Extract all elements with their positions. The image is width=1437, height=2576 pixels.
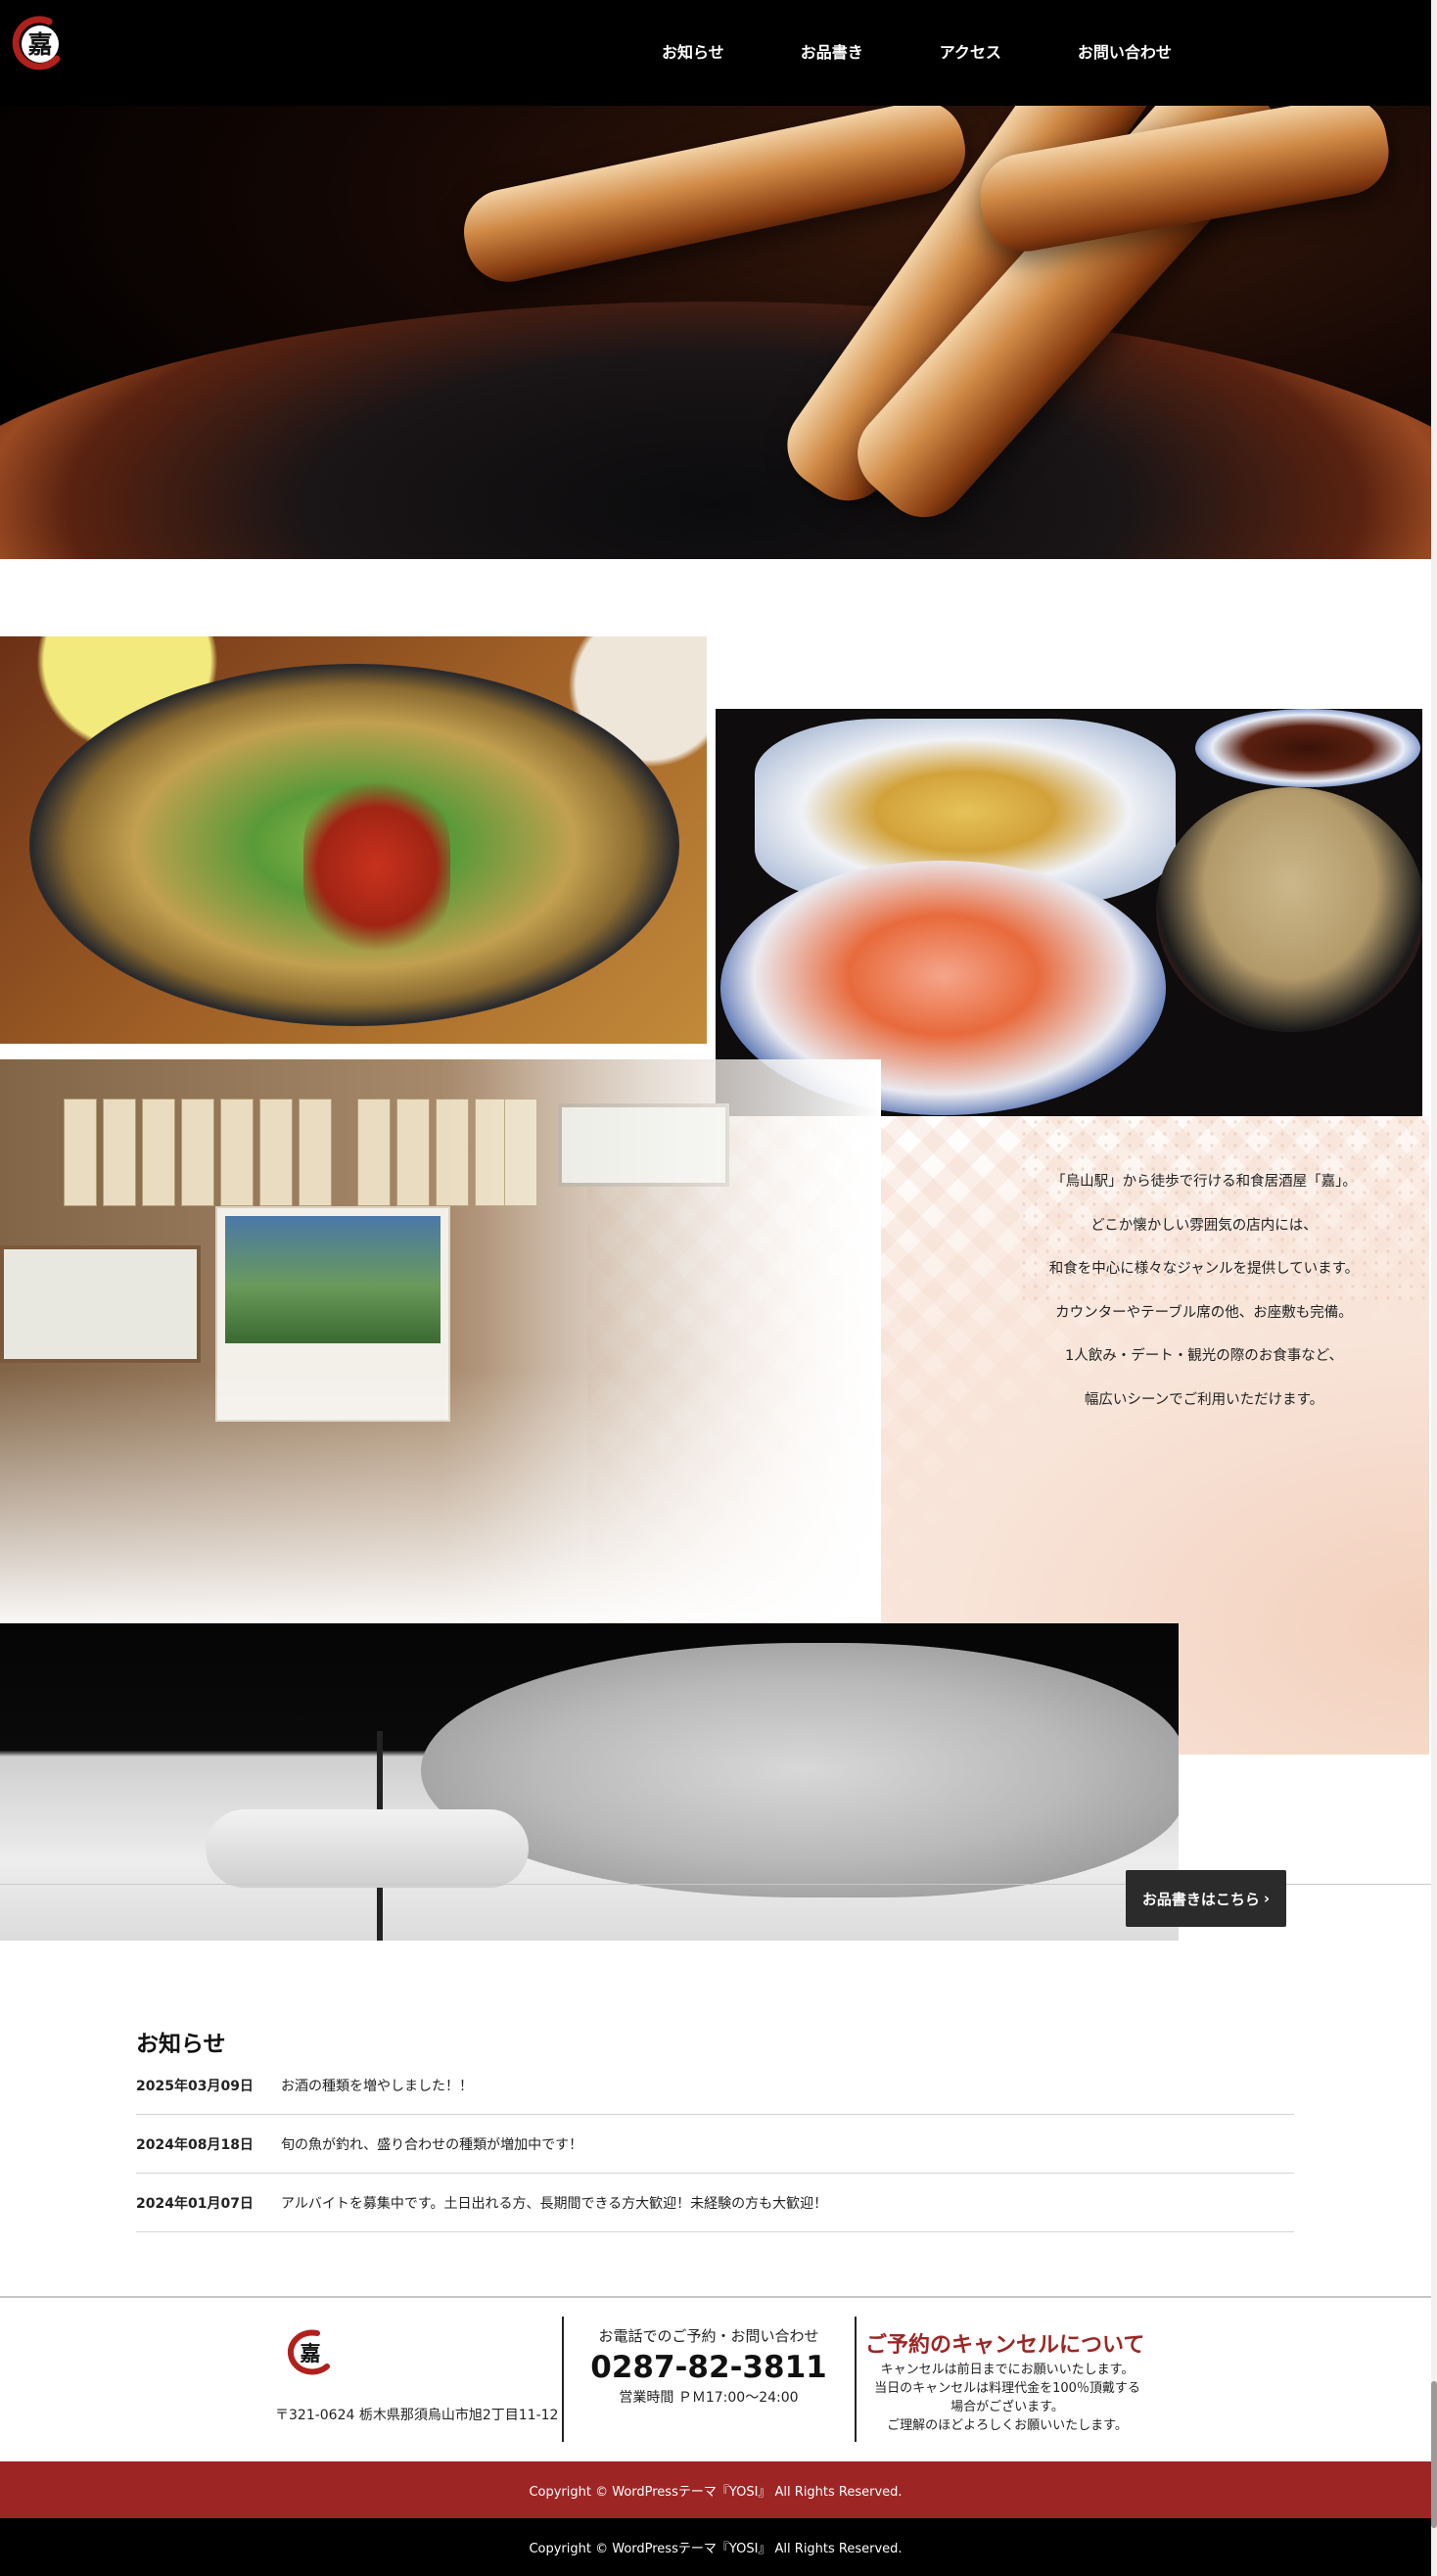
news-list: 2025年03月09日 お酒の種類を増やしました！！ 2024年08月18日 旬… xyxy=(136,2056,1294,2232)
hero-yakitori-image xyxy=(0,106,1431,559)
cancel-line: 場合がございます。 xyxy=(950,2400,1064,2414)
main-nav: お知らせ お品書き アクセス お問い合わせ xyxy=(662,39,1248,63)
cancel-line: 当日のキャンセルは料理代金を100％頂戴する xyxy=(874,2381,1140,2396)
intro-line: 1人飲み・デート・観光の際のお食事など、 xyxy=(1065,1348,1343,1364)
news-item[interactable]: 2024年08月18日 旬の魚が釣れ、盛り合わせの種類が増加中です！ xyxy=(136,2115,1294,2174)
menu-link-label: お品書きはこちら xyxy=(1141,1890,1260,1908)
intro-line: 「烏山駅」から徒歩で行ける和食居酒屋「嘉」。 xyxy=(1051,1174,1357,1190)
cancel-title: ご予約のキャンセルについて xyxy=(865,2333,1145,2358)
footer-logo[interactable]: 嘉 xyxy=(282,2327,337,2376)
news-heading: お知らせ xyxy=(136,2032,226,2057)
nav-contact[interactable]: お問い合わせ xyxy=(1078,39,1172,63)
kaisendon-photo xyxy=(716,709,1422,1116)
footer-contact: お電話でのご予約・お問い合わせ 0287-82-3811 営業時間 ＰＭ17:0… xyxy=(564,2325,854,2407)
intro-line: カウンターやテーブル席の他、お座敷も完備。 xyxy=(1055,1304,1353,1321)
hero-skewer xyxy=(455,106,974,291)
scrollbar-thumb[interactable] xyxy=(1431,2381,1437,2528)
site-logo[interactable]: 嘉 xyxy=(10,14,67,70)
cancellation-policy: ご予約のキャンセルについて キャンセルは前日までにお願いいたします。 当日のキャ… xyxy=(865,2327,1149,2435)
logo-char: 嘉 xyxy=(301,2341,321,2365)
logo-char: 嘉 xyxy=(27,30,52,59)
intro-line: 和食を中心に様々なジャンルを提供しています。 xyxy=(1048,1261,1360,1277)
intro-line: どこか懐かしい雰囲気の店内には、 xyxy=(1090,1217,1318,1234)
chevron-right-icon: › xyxy=(1263,1890,1271,1907)
copyright-bar-black: Copyright © WordPressテーマ『YOSI』 All Right… xyxy=(0,2518,1431,2576)
news-date: 2024年01月07日 xyxy=(136,2195,254,2212)
news-text[interactable]: お酒の種類を増やしました！！ xyxy=(281,2076,473,2095)
scrollbar-track[interactable] xyxy=(1431,0,1437,2576)
chef-cutting-photo xyxy=(0,1623,1179,1941)
contact-label: お電話でのご予約・お問い合わせ xyxy=(598,2327,819,2345)
footer-column-divider xyxy=(855,2317,857,2442)
intro-line: 幅広いシーンでご利用いただけます。 xyxy=(1084,1391,1324,1408)
logo-mark-icon: 嘉 xyxy=(12,16,61,70)
cancel-text: キャンセルは前日までにお願いいたします。 当日のキャンセルは料理代金を100％頂… xyxy=(865,2361,1149,2435)
fish-fillet xyxy=(206,1809,529,1888)
footer-divider xyxy=(0,2296,1431,2298)
cancel-line: キャンセルは前日までにお願いいたします。 xyxy=(880,2363,1135,2377)
hero-pot xyxy=(0,302,1431,559)
nav-menu[interactable]: お品書き xyxy=(801,39,863,63)
footer-address: 〒321-0624 栃木県那須烏山市旭2丁目11-12 xyxy=(275,2408,559,2423)
site-header: 嘉 お知らせ お品書き アクセス お問い合わせ xyxy=(0,0,1437,106)
news-date: 2024年08月18日 xyxy=(136,2136,254,2153)
copyright-text: Copyright © WordPressテーマ『YOSI』 All Right… xyxy=(529,2484,903,2500)
interior-photo xyxy=(0,1059,881,1622)
news-text[interactable]: 旬の魚が釣れ、盛り合わせの種類が増加中です！ xyxy=(281,2134,582,2154)
news-date: 2025年03月09日 xyxy=(136,2078,254,2094)
news-text[interactable]: アルバイトを募集中です。土日出れる方、長期間できる方大歓迎！未経験の方も大歓迎！ xyxy=(281,2193,827,2213)
business-hours: 営業時間 ＰＭ17:00〜24:00 xyxy=(619,2390,799,2406)
copyright-bar-red: Copyright © WordPressテーマ『YOSI』 All Right… xyxy=(0,2461,1431,2518)
soy-sauce-dish xyxy=(1195,709,1420,787)
chef-hand xyxy=(421,1643,1179,1897)
nabe-chili xyxy=(303,773,450,960)
nav-news[interactable]: お知らせ xyxy=(662,39,724,63)
news-item[interactable]: 2025年03月09日 お酒の種類を増やしました！！ xyxy=(136,2056,1294,2115)
cancel-line: ご理解のほどよろしくお願いいたします。 xyxy=(887,2418,1128,2433)
nav-access[interactable]: アクセス xyxy=(940,39,1001,63)
copyright-text: Copyright © WordPressテーマ『YOSI』 All Right… xyxy=(529,2542,903,2556)
phone-number[interactable]: 0287-82-3811 xyxy=(564,2350,854,2385)
news-item[interactable]: 2024年01月07日 アルバイトを募集中です。土日出れる方、長期間できる方大歓… xyxy=(136,2174,1294,2232)
interior-fade xyxy=(0,1059,881,1622)
logo-mark-icon: 嘉 xyxy=(287,2329,330,2375)
intro-text: 「烏山駅」から徒歩で行ける和食居酒屋「嘉」。 どこか懐かしい雰囲気の店内には、 … xyxy=(979,1160,1429,1422)
menu-link-button[interactable]: お品書きはこちら › xyxy=(1126,1870,1286,1927)
nabe-photo xyxy=(0,636,707,1044)
miso-soup-bowl xyxy=(1156,787,1422,1032)
